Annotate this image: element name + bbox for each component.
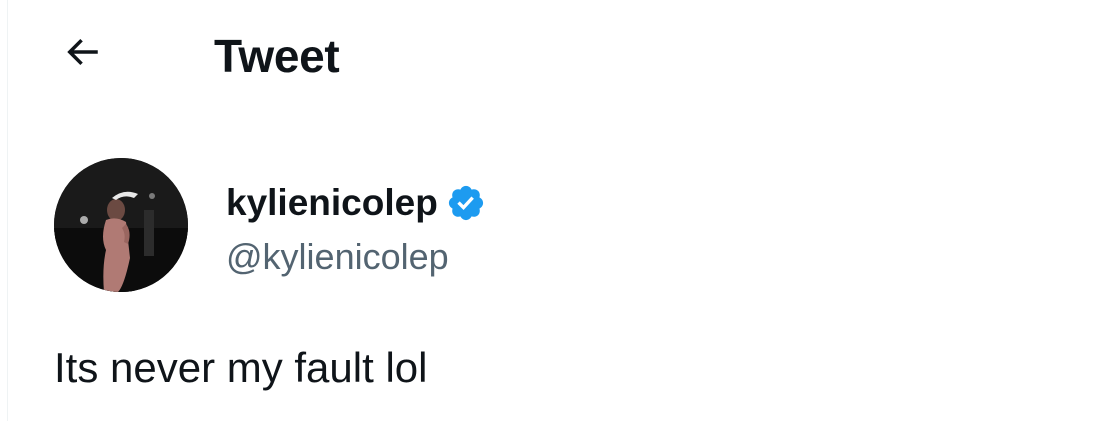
verified-badge-icon xyxy=(446,183,486,223)
tweet-header: Tweet xyxy=(0,0,1120,110)
back-button[interactable] xyxy=(50,22,114,86)
page-title: Tweet xyxy=(214,30,340,82)
tweet-author: kylienicolep @kylienicolep xyxy=(54,158,754,298)
arrow-left-icon xyxy=(61,31,103,78)
tweet-text: Its never my fault lol xyxy=(54,344,428,391)
avatar[interactable] xyxy=(54,158,188,292)
display-name-row: kylienicolep xyxy=(226,180,486,226)
display-name[interactable]: kylienicolep xyxy=(226,180,438,226)
author-handle[interactable]: @kylienicolep xyxy=(226,234,449,280)
